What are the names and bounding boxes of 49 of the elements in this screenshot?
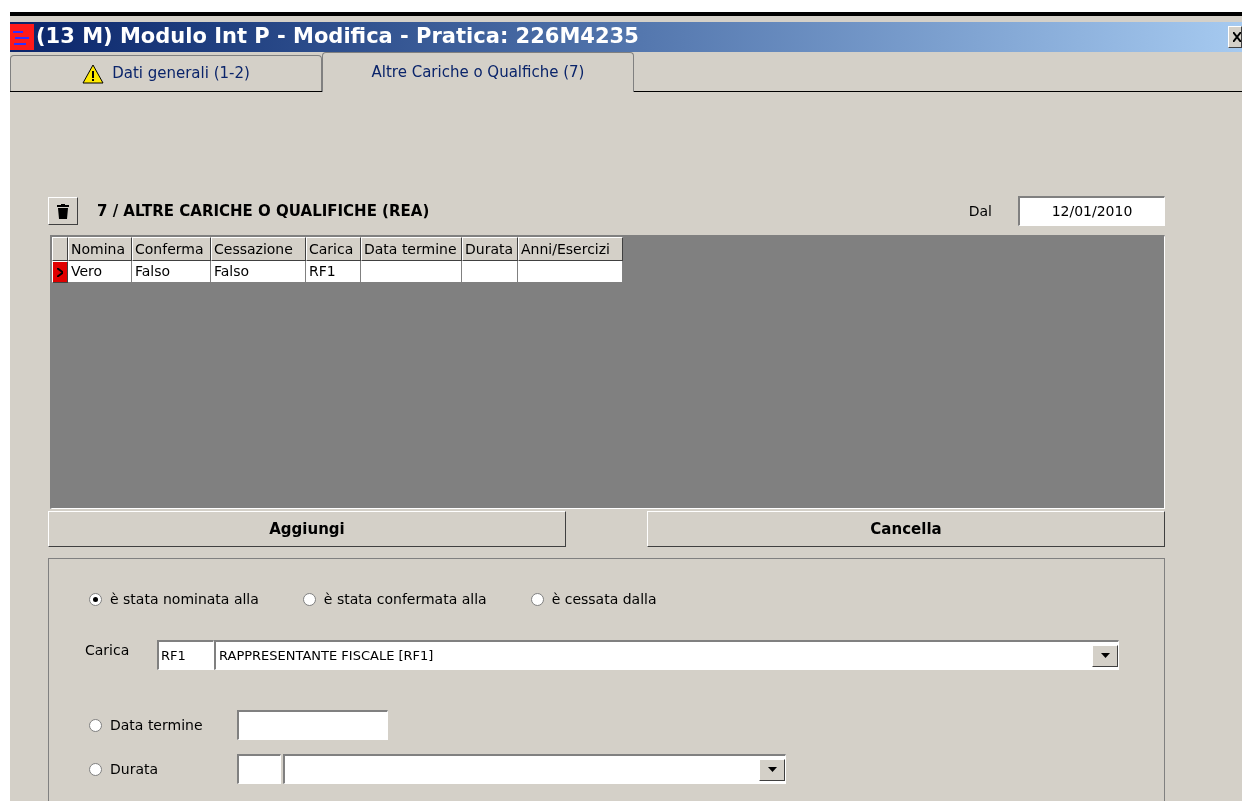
tab[interactable]: Altre Cariche o Qualfiche (7) [322,52,634,92]
table-cell: Vero [68,261,132,283]
date-field[interactable] [237,710,388,740]
column-header: Nomina [68,237,132,261]
radio-label: è stata confermata alla [323,590,487,609]
date-field[interactable]: 12/01/2010 [1018,196,1165,226]
column-header: Durata [462,237,518,261]
unit-dropdown[interactable] [283,754,786,784]
radio-button[interactable] [302,593,316,606]
radio-button[interactable] [89,593,102,606]
code-field[interactable]: RF1 [157,640,214,670]
column-header: Conferma [132,237,211,261]
column-header: Data termine [361,237,462,261]
close-icon [1233,32,1241,42]
column-header: Anni/Esercizi [518,237,623,261]
radio-button[interactable] [89,762,102,776]
table-cell: RF1 [306,261,361,283]
field-label: Carica [85,641,131,660]
trash-icon [57,203,69,219]
radio-label: Data termine [110,715,203,735]
radio-label: è stata nominata alla [110,590,259,609]
radio-label: è cessata dalla [551,590,657,609]
date-label: Dal [968,201,992,221]
carica-dropdown[interactable]: RAPPRESENTANTE FISCALE [RF1] [214,640,1119,670]
tab[interactable]: Dati generali (1-2) [10,55,322,91]
app-logo-icon [10,24,34,50]
radio-button[interactable] [530,593,544,606]
window-title: (13 M) Modulo Int P - Modifica - Pratica: 226M4235 [36,23,639,51]
radio-button[interactable] [89,718,102,732]
radio-label: Durata [110,759,159,779]
number-field[interactable] [237,754,281,784]
column-header: Carica [306,237,361,261]
add-button[interactable]: Aggiungi [48,511,566,547]
dropdown-button[interactable] [759,758,785,781]
section-title: 7 / ALTRE CARICHE O QUALIFICHE (REA) [97,200,430,222]
table-cell [462,261,518,283]
caret-down-icon [767,767,777,772]
table-cell: Falso [211,261,306,283]
row-pointer-icon [57,267,63,277]
caret-down-icon [1100,653,1110,658]
row-indicator[interactable] [52,261,68,283]
dropdown-button[interactable] [1092,644,1118,667]
column-header [52,237,68,261]
close-button[interactable] [1228,26,1242,48]
dropdown-value: RAPPRESENTANTE FISCALE [RF1] [219,646,434,665]
table-cell: Falso [132,261,211,283]
delete-button[interactable] [48,197,78,225]
column-header: Cessazione [211,237,306,261]
delete-button[interactable]: Cancella [647,511,1165,547]
